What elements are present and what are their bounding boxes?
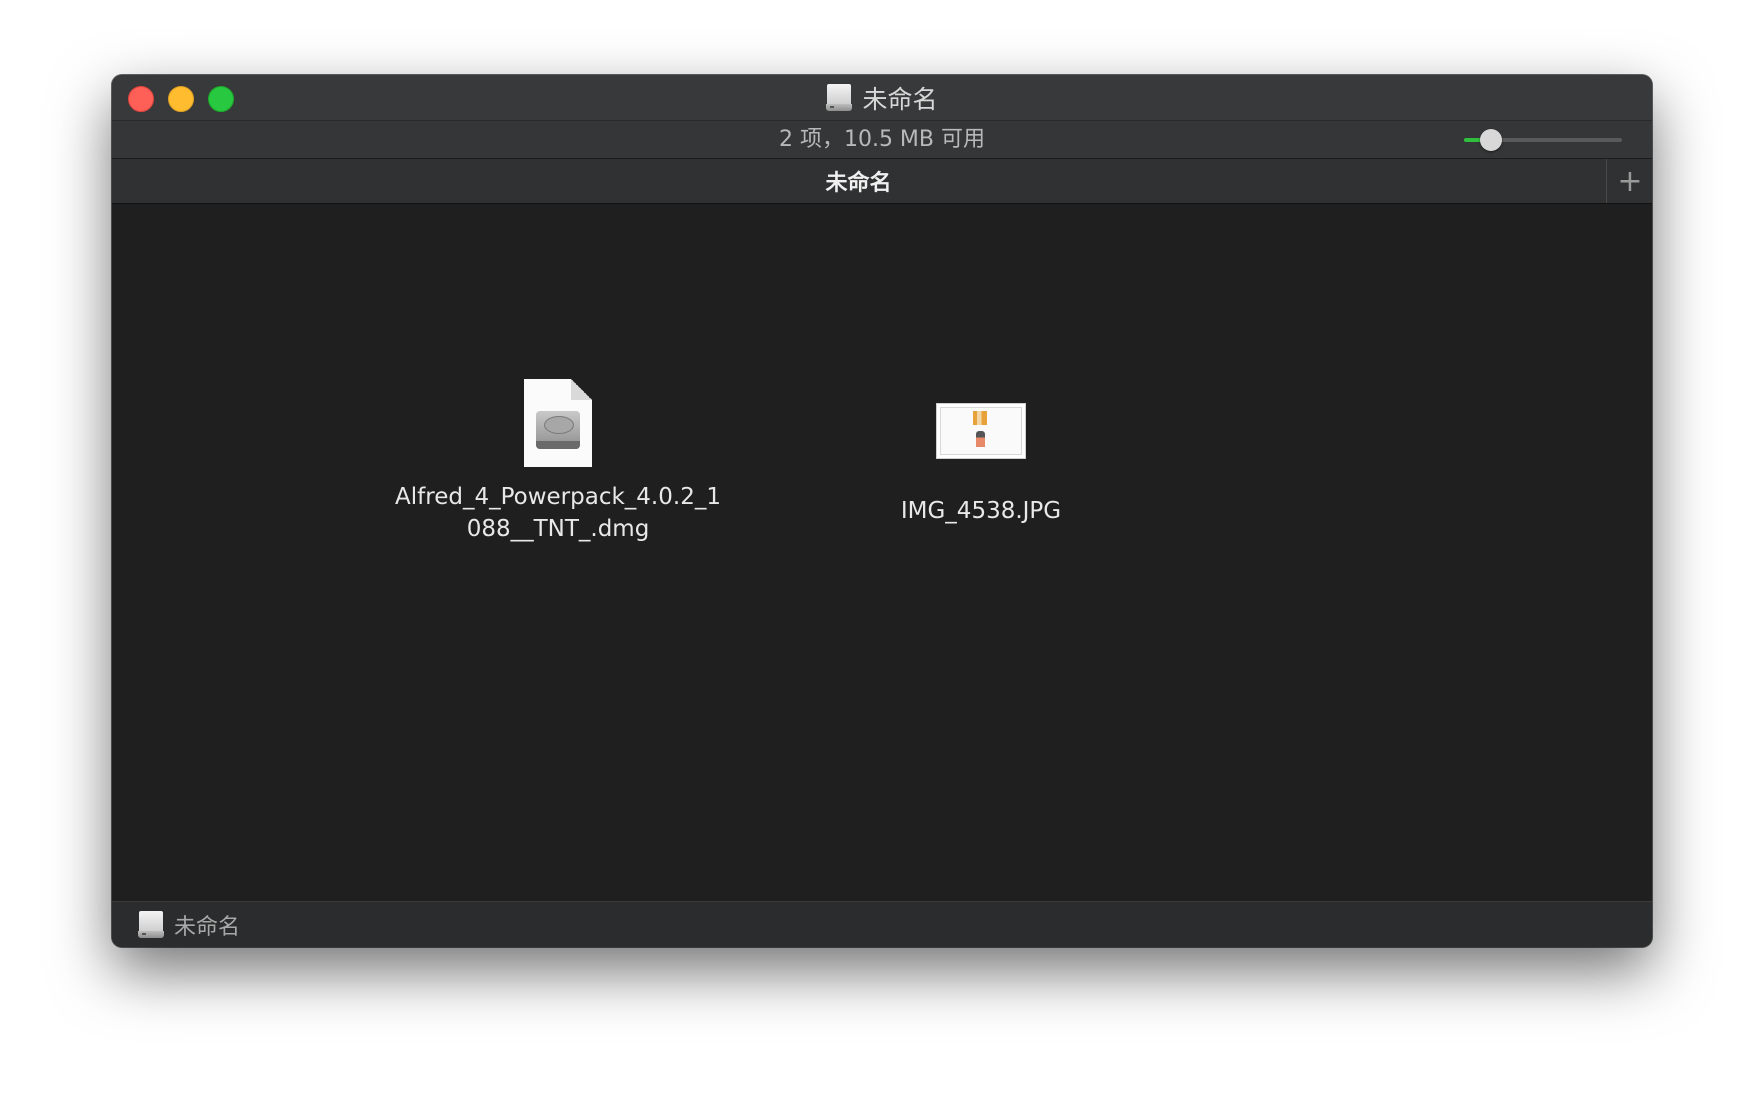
tab-untitled[interactable]: 未命名 [112, 159, 1605, 203]
file-item-dmg[interactable]: Alfred_4_Powerpack_4.0.2_1 088__TNT_.dmg [395, 379, 721, 545]
new-tab-button[interactable]: + [1606, 159, 1652, 203]
file-item-jpg[interactable]: IMG_4538.JPG [881, 377, 1081, 527]
external-disk-icon [138, 911, 164, 939]
file-name-line-1: IMG_4538.JPG [900, 498, 1062, 524]
title-bar[interactable]: 未命名 [112, 75, 1652, 121]
external-disk-icon [826, 83, 853, 112]
file-name-jpg[interactable]: IMG_4538.JPG [901, 495, 1061, 527]
status-text: 2 项，10.5 MB 可用 [778, 127, 986, 152]
file-browser-area[interactable]: Alfred_4_Powerpack_4.0.2_1 088__TNT_.dmg… [112, 204, 1652, 892]
file-name-dmg[interactable]: Alfred_4_Powerpack_4.0.2_1 088__TNT_.dmg [395, 481, 721, 545]
path-item-untitled[interactable]: 未命名 [138, 909, 240, 941]
status-bar: 2 项，10.5 MB 可用 [112, 121, 1652, 159]
image-thumbnail-icon[interactable] [936, 403, 1026, 459]
window-title-group: 未命名 [112, 75, 1652, 120]
disk-image-document-icon[interactable] [524, 379, 592, 467]
finder-window: 未命名 2 项，10.5 MB 可用 未命名 + Alfred_4_Powerp… [112, 75, 1652, 947]
slider-knob[interactable] [1479, 129, 1502, 151]
window-title: 未命名 [862, 84, 938, 114]
tab-bar: 未命名 + [112, 159, 1652, 204]
path-label: 未命名 [174, 915, 241, 940]
file-name-line-1: Alfred_4_Powerpack_4.0.2_1 [395, 484, 721, 510]
path-bar: 未命名 [112, 901, 1652, 947]
plus-icon: + [1617, 163, 1643, 199]
file-name-line-2: 088__TNT_.dmg [466, 516, 650, 542]
